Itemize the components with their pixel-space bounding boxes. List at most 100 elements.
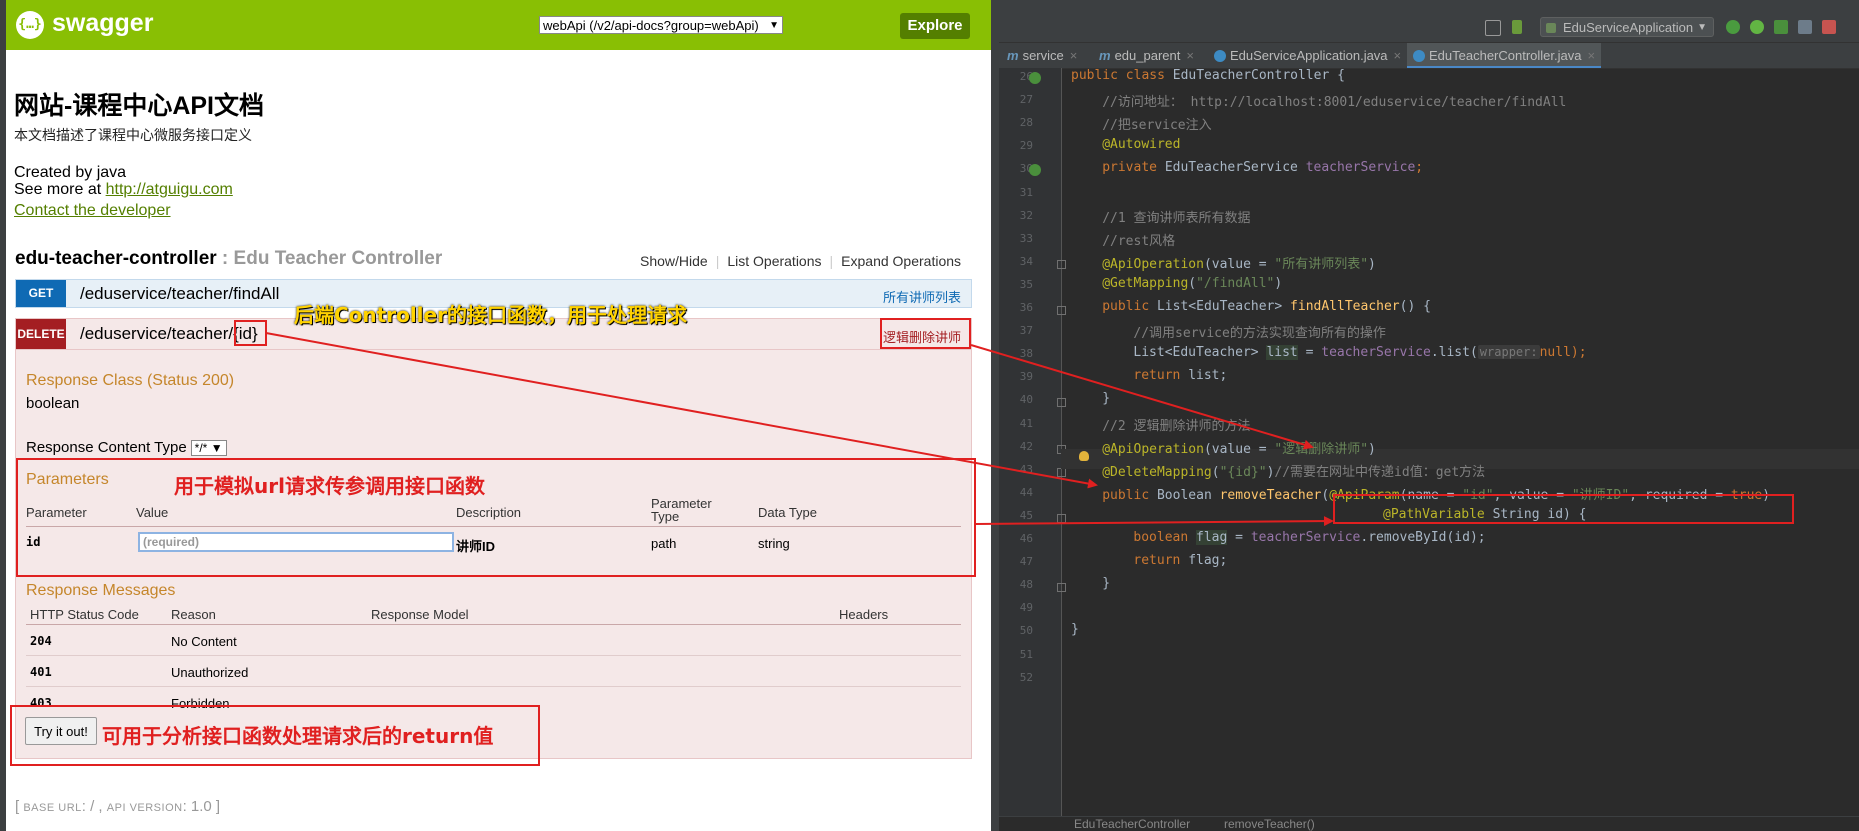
- tab-eduserviceapplication[interactable]: EduServiceApplication.java ×: [1214, 43, 1401, 68]
- close-icon[interactable]: ×: [1394, 48, 1402, 63]
- code-line[interactable]: //1 查询讲师表所有数据: [1102, 207, 1250, 226]
- list-operations-link[interactable]: List Operations: [727, 253, 821, 269]
- line-number: 52: [1019, 670, 1033, 684]
- tab-eduteachercontroller[interactable]: EduTeacherController.java ×: [1407, 43, 1602, 68]
- code-token: (value =: [1203, 256, 1275, 272]
- see-more-link[interactable]: http://atguigu.com: [106, 181, 233, 198]
- code-token: teacherService: [1305, 160, 1416, 176]
- api-version-label: API VERSION: [106, 802, 183, 814]
- code-line[interactable]: private EduTeacherService teacherService…: [1102, 160, 1423, 175]
- line-number: 28: [1019, 116, 1033, 130]
- project-structure-icon[interactable]: [1485, 20, 1501, 36]
- code-line[interactable]: //2 逻辑删除讲师的方法: [1102, 415, 1250, 434]
- ide-panel: EduServiceApplication ▼ m service × m edu_p…: [999, 0, 1859, 831]
- build-hammer-icon[interactable]: [1512, 20, 1522, 34]
- code-line[interactable]: return flag;: [1133, 553, 1227, 568]
- http-method-badge[interactable]: GET: [16, 280, 66, 307]
- code-line[interactable]: @GetMapping("/findAll"): [1102, 276, 1282, 291]
- bean-gutter-icon[interactable]: [1029, 72, 1041, 84]
- code-line[interactable]: //把service注入: [1102, 114, 1211, 133]
- code-line[interactable]: @ApiOperation(value = "逻辑删除讲师"): [1102, 438, 1376, 457]
- code-line[interactable]: //rest风格: [1102, 230, 1175, 249]
- http-method-badge[interactable]: DELETE: [16, 319, 66, 349]
- tab-service[interactable]: m service ×: [1007, 43, 1077, 68]
- operation-summary[interactable]: 所有讲师列表: [883, 287, 961, 306]
- code-line[interactable]: @DeleteMapping("{id}")//需要在网址中传递id值：get方…: [1102, 461, 1485, 480]
- code-line[interactable]: public class EduTeacherController {: [1071, 68, 1345, 83]
- coverage-icon[interactable]: [1774, 20, 1788, 34]
- fold-marker-icon[interactable]: [1057, 398, 1066, 408]
- code-token: ): [1368, 256, 1376, 272]
- response-content-type-label: Response Content Type: [26, 439, 187, 456]
- fold-marker-icon[interactable]: [1057, 306, 1066, 315]
- run-config-select[interactable]: EduServiceApplication ▼: [1540, 17, 1714, 37]
- code-token: Boolean: [1156, 487, 1220, 503]
- code-line[interactable]: return list;: [1133, 368, 1227, 383]
- code-token: flag: [1196, 530, 1228, 545]
- code-line[interactable]: @ApiOperation(value = "所有讲师列表"): [1102, 253, 1376, 272]
- explore-button[interactable]: Explore: [900, 13, 970, 39]
- code-line[interactable]: //访问地址： http://localhost:8001/eduservice…: [1102, 91, 1566, 110]
- line-number: 50: [1019, 624, 1033, 638]
- show-hide-link[interactable]: Show/Hide: [640, 253, 708, 269]
- code-line[interactable]: }: [1102, 391, 1110, 406]
- close-icon[interactable]: ×: [1587, 48, 1595, 63]
- operation-path[interactable]: /eduservice/teacher/{id}: [80, 324, 258, 344]
- code-line[interactable]: //调用service的方法实现查询所有的操作: [1133, 322, 1385, 341]
- code-line[interactable]: List<EduTeacher> list = teacherService.l…: [1133, 345, 1587, 361]
- code-token: private: [1102, 160, 1165, 176]
- code-line[interactable]: @Autowired: [1102, 137, 1180, 152]
- code-token: //2 逻辑删除讲师的方法: [1102, 418, 1251, 434]
- line-number: 46: [1019, 532, 1033, 545]
- code-token: //调用service的方法实现查询所有的操作: [1133, 326, 1386, 342]
- operation-path[interactable]: /eduservice/teacher/findAll: [80, 284, 279, 304]
- chevron-down-icon: ▼: [1697, 22, 1707, 33]
- path-param-highlight: [234, 320, 267, 346]
- code-token: //rest风格: [1102, 233, 1176, 249]
- base-url-label: BASE URL: [23, 802, 82, 814]
- controller-heading[interactable]: edu-teacher-controller : Edu Teacher Con…: [15, 248, 442, 270]
- api-see-more: See more at http://atguigu.com: [14, 181, 233, 199]
- close-icon[interactable]: ×: [1186, 48, 1194, 63]
- fold-marker-icon[interactable]: [1057, 259, 1066, 269]
- code-token: @GetMapping: [1102, 275, 1189, 291]
- code-line[interactable]: }: [1102, 576, 1110, 591]
- code-token: return: [1133, 368, 1189, 384]
- fold-marker-icon[interactable]: [1057, 513, 1066, 523]
- api-spec-select[interactable]: webApi (/v2/api-docs?group=webApi) ▼: [539, 16, 783, 34]
- fold-marker-icon[interactable]: [1057, 583, 1066, 593]
- profile-icon[interactable]: [1798, 20, 1812, 34]
- code-token: }: [1102, 391, 1111, 407]
- fold-marker-icon[interactable]: [1057, 467, 1066, 477]
- msg-code: 204: [30, 634, 52, 648]
- code-token: //访问地址： http://localhost:8001/eduservice…: [1102, 95, 1567, 111]
- code-token: @ApiOperation: [1102, 441, 1204, 457]
- breadcrumb-class[interactable]: EduTeacherController: [1074, 817, 1190, 831]
- code-line[interactable]: boolean flag = teacherService.removeById…: [1133, 530, 1486, 545]
- run-config-label: EduServiceApplication: [1563, 20, 1694, 35]
- editor-gutter: 26 27 28 29 30 31 32 33 34 35 36 37 38 39 40 41 42 43 44 45…: [999, 68, 1066, 831]
- base-url-value: : / ,: [81, 798, 107, 815]
- debug-bug-icon[interactable]: [1750, 20, 1764, 34]
- line-number: 39: [1019, 370, 1033, 384]
- code-line[interactable]: }: [1071, 622, 1079, 637]
- code-token: removeTeacher: [1219, 487, 1322, 503]
- code-token: list: [1266, 345, 1298, 361]
- response-content-type-select[interactable]: */* ▼: [190, 440, 227, 456]
- code-line[interactable]: public List<EduTeacher> findAllTeacher()…: [1102, 299, 1431, 314]
- tab-label: service: [1022, 48, 1064, 63]
- code-token: List<EduTeacher>: [1156, 299, 1291, 314]
- code-token: flag;: [1188, 553, 1228, 569]
- rerun-icon[interactable]: [1726, 20, 1740, 34]
- controller-name[interactable]: edu-teacher-controller: [15, 248, 217, 269]
- expand-operations-link[interactable]: Expand Operations: [841, 253, 961, 269]
- bean-gutter-icon[interactable]: [1029, 164, 1041, 177]
- tab-edu-parent[interactable]: m edu_parent ×: [1099, 43, 1194, 68]
- intention-bulb-icon[interactable]: [1079, 451, 1089, 461]
- try-note: 可用于分析接口函数处理请求后的return值: [102, 724, 494, 748]
- breadcrumb-method[interactable]: removeTeacher(): [1224, 817, 1315, 831]
- contact-developer-link[interactable]: Contact the developer: [14, 202, 171, 220]
- stop-icon[interactable]: [1822, 20, 1836, 34]
- close-icon[interactable]: ×: [1070, 48, 1078, 63]
- code-token: (: [1211, 464, 1220, 480]
